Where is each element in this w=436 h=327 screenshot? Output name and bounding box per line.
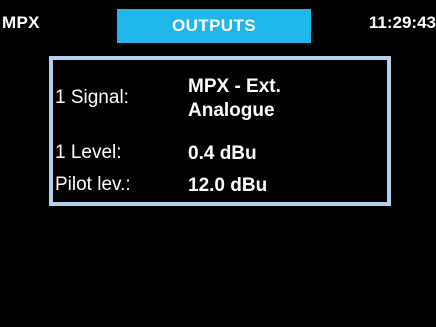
tab-outputs-label: OUTPUTS <box>171 16 257 35</box>
clock: 11:29:43 <box>368 13 436 32</box>
output-info-panel: 1 Signal: MPX - Ext. Analogue 1 Level: 0… <box>49 56 391 206</box>
signal-value: MPX - Ext. Analogue <box>188 75 378 123</box>
signal-value-line2: Analogue <box>188 100 275 121</box>
mode-label: MPX <box>2 13 40 32</box>
status-bar: MPX OUTPUTS 11:29:43 <box>0 0 436 44</box>
level-value: 0.4 dBu <box>188 143 257 164</box>
pilot-level-value: 12.0 dBu <box>188 175 268 196</box>
signal-value-line1: MPX - Ext. <box>188 76 281 97</box>
tab-outputs[interactable]: OUTPUTS <box>117 9 311 43</box>
level-label: 1 Level: <box>55 142 122 163</box>
pilot-level-label: Pilot lev.: <box>55 174 131 195</box>
signal-label: 1 Signal: <box>55 87 129 108</box>
